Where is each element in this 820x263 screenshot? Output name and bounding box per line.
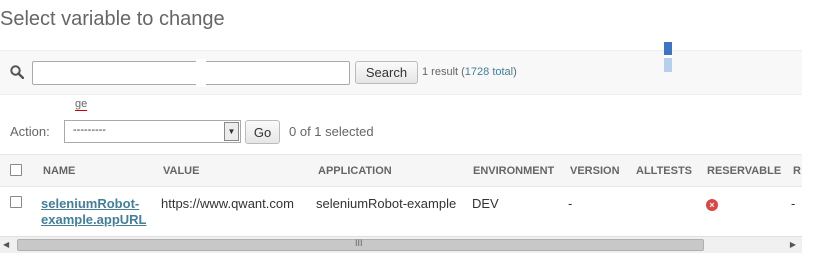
input-gap — [196, 59, 206, 87]
value-cell: https://www.qwant.com — [161, 196, 294, 211]
column-header-truncated[interactable]: R — [793, 165, 801, 177]
search-button[interactable]: Search — [355, 61, 418, 84]
action-label: Action: — [10, 124, 50, 139]
search-icon — [10, 65, 24, 79]
grip-icon: III — [355, 238, 363, 248]
select-all-checkbox[interactable] — [10, 164, 22, 176]
action-select[interactable]: --------- ▼ — [64, 120, 241, 143]
scroll-left-arrow-icon[interactable]: ◀ — [3, 240, 9, 249]
scrollbar-thumb[interactable]: III — [17, 238, 704, 251]
column-header-reservable[interactable]: RESERVABLE — [707, 165, 781, 177]
red-x-circle-icon: × — [706, 199, 718, 211]
truncated-cell: - — [791, 196, 796, 211]
column-header-name[interactable]: NAME — [43, 165, 75, 177]
row-checkbox[interactable] — [10, 196, 22, 208]
table-header: NAME VALUE APPLICATION ENVIRONMENT VERSI… — [0, 154, 802, 187]
go-button[interactable]: Go — [245, 120, 280, 144]
column-header-alltests[interactable]: ALLTESTS — [636, 165, 692, 177]
variable-name-link[interactable]: seleniumRobot-example.appURL — [41, 196, 146, 228]
blue-marker-icon — [664, 42, 672, 72]
page-title: Select variable to change — [0, 8, 225, 30]
application-cell: seleniumRobot-example — [316, 196, 457, 211]
column-header-value[interactable]: VALUE — [163, 165, 199, 177]
search-toolbar: Search 1 result (1728 total) — [0, 42, 802, 95]
table-row: seleniumRobot-example.appURL https://www… — [0, 187, 802, 237]
dropdown-arrow-icon[interactable]: ▼ — [224, 122, 239, 141]
selected-count: 0 of 1 selected — [289, 124, 374, 139]
column-header-version[interactable]: VERSION — [570, 165, 620, 177]
environment-cell: DEV — [472, 196, 499, 211]
horizontal-scrollbar[interactable]: ◀ III ▶ — [0, 236, 802, 253]
scroll-right-arrow-icon[interactable]: ▶ — [790, 240, 796, 249]
result-count: 1 result (1728 total) — [422, 66, 517, 78]
column-header-environment[interactable]: ENVIRONMENT — [473, 165, 554, 177]
total-count-link[interactable]: 1728 total — [465, 66, 513, 78]
text-fragment: ge — [75, 98, 88, 111]
action-selected-option: --------- — [73, 124, 106, 136]
column-header-application[interactable]: APPLICATION — [318, 165, 392, 177]
version-cell: - — [568, 196, 573, 211]
search-input[interactable] — [32, 61, 350, 85]
